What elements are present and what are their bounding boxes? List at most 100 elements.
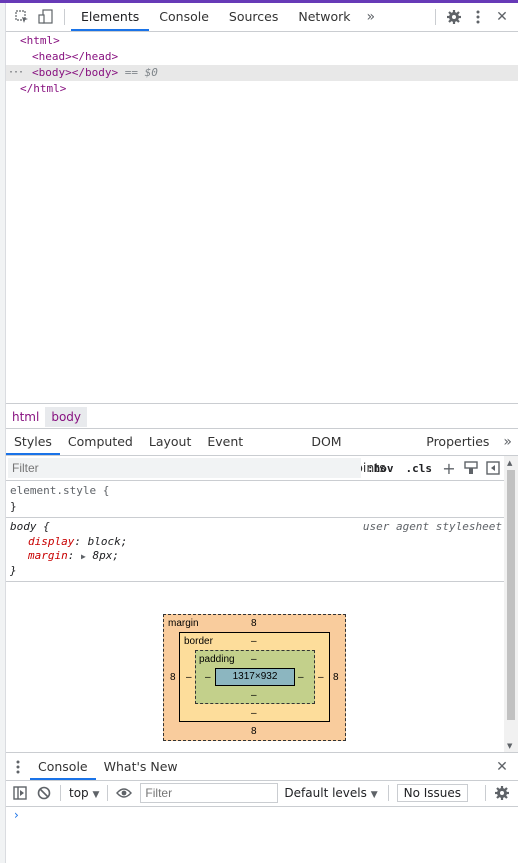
rule-divider (6, 581, 504, 582)
tab-styles[interactable]: Styles (6, 429, 60, 455)
border-left-value[interactable]: – (186, 672, 192, 683)
box-model-content[interactable]: 1317×932 (215, 668, 295, 686)
breadcrumb: html body (6, 403, 518, 429)
tab-network[interactable]: Network (288, 3, 360, 31)
property-name: margin (28, 549, 68, 562)
property-value: 8px; (92, 549, 119, 562)
margin-bottom-value[interactable]: 8 (251, 726, 257, 737)
styles-filter-input[interactable] (8, 458, 361, 478)
close-icon[interactable]: ✕ (490, 5, 514, 29)
more-tabs-button[interactable]: » (361, 9, 382, 25)
tab-elements[interactable]: Elements (71, 3, 150, 31)
tab-console[interactable]: Console (149, 3, 219, 31)
drawer-tab-whats-new[interactable]: What's New (96, 754, 186, 780)
more-style-tabs-button[interactable]: » (497, 434, 518, 450)
expand-triangle-icon[interactable]: ▶ (81, 552, 86, 561)
style-property[interactable]: display: block; (10, 535, 504, 549)
computed-sidebar-icon[interactable] (482, 458, 504, 478)
breadcrumb-body[interactable]: body (45, 406, 88, 427)
log-levels-value: Default levels (284, 786, 367, 800)
toolbar-divider (64, 9, 65, 25)
margin-label: margin (168, 618, 199, 629)
gear-icon[interactable] (442, 5, 466, 29)
rule-close-brace: } (10, 564, 17, 577)
selected-node-marker: == $0 (124, 66, 158, 79)
context-select[interactable]: top ▼ (65, 786, 103, 800)
scroll-thumb[interactable] (507, 470, 515, 720)
eye-icon[interactable] (112, 781, 136, 805)
prompt-chevron-icon: › (14, 808, 19, 822)
tab-sources[interactable]: Sources (219, 3, 288, 31)
element-style-rule[interactable]: element.style { } (6, 483, 504, 515)
device-toolbar-icon[interactable] (34, 5, 58, 29)
styles-scrollbar[interactable]: ▲ ▼ (504, 456, 518, 752)
border-top-value[interactable]: – (251, 636, 257, 647)
issues-button[interactable]: No Issues (396, 784, 469, 802)
scroll-up-icon[interactable]: ▲ (507, 459, 512, 467)
console-filter-input[interactable] (140, 783, 279, 803)
padding-label: padding (199, 654, 235, 665)
toolbar-divider (107, 785, 109, 801)
padding-right-value[interactable]: – (298, 672, 304, 683)
drawer-menu-icon[interactable] (6, 755, 30, 779)
hov-button[interactable]: :hov (361, 462, 400, 475)
body-style-rule[interactable]: body { user agent stylesheet display: blo… (6, 519, 504, 579)
style-property[interactable]: margin: ▶ 8px; (10, 549, 504, 563)
log-levels-dropdown[interactable]: Default levels ▼ (278, 786, 383, 800)
user-agent-stylesheet-label: user agent stylesheet (362, 520, 502, 533)
clear-console-icon[interactable] (32, 781, 56, 805)
tab-properties[interactable]: Properties (418, 429, 497, 455)
tab-dom-breakpoints[interactable]: DOM Breakpoints (303, 429, 418, 475)
drawer-close-icon[interactable]: ✕ (490, 755, 514, 779)
cls-button[interactable]: .cls (400, 462, 439, 475)
tag-text: <html> (20, 34, 60, 47)
border-right-value[interactable]: – (318, 672, 324, 683)
dom-node-html-open[interactable]: <html> (6, 33, 518, 49)
tag-text: </html> (20, 82, 67, 95)
dom-tree: <html> <head></head> ··· <body></body> =… (6, 31, 518, 403)
toolbar-divider (387, 785, 389, 801)
tab-layout[interactable]: Layout (141, 429, 200, 455)
element-style-selector: element.style { (10, 484, 110, 497)
tab-event-listeners[interactable]: Event Listeners (199, 429, 303, 475)
tag-text: <head></head> (32, 50, 119, 63)
toggle-element-state-icon[interactable] (460, 458, 482, 478)
chevron-down-icon: ▼ (370, 790, 378, 800)
chevron-down-icon: ▼ (92, 790, 100, 800)
border-label: border (184, 636, 213, 647)
drawer-tab-console[interactable]: Console (30, 754, 96, 780)
dom-node-html-close[interactable]: </html> (6, 81, 518, 97)
property-value: block; (87, 535, 128, 548)
margin-left-value[interactable]: 8 (170, 672, 176, 683)
new-style-rule-icon[interactable]: + (438, 458, 460, 478)
drawer-tabbar: Console What's New ✕ (6, 752, 518, 781)
padding-left-value[interactable]: – (205, 672, 211, 683)
body-selector: body { (10, 520, 50, 533)
margin-top-value[interactable]: 8 (251, 618, 257, 629)
property-name: display (28, 535, 75, 548)
inspect-icon[interactable] (10, 5, 34, 29)
dom-node-head[interactable]: <head></head> (6, 49, 518, 65)
console-settings-gear-icon[interactable] (490, 781, 514, 805)
breadcrumb-html[interactable]: html (6, 407, 45, 427)
dom-node-body[interactable]: ··· <body></body> == $0 (6, 65, 518, 81)
console-prompt[interactable]: › (6, 808, 518, 828)
padding-top-value[interactable]: – (251, 654, 257, 665)
kebab-menu-icon[interactable] (466, 5, 490, 29)
scroll-down-icon[interactable]: ▼ (507, 742, 512, 750)
toolbar-divider (485, 785, 486, 801)
toolbar-divider (60, 785, 61, 801)
console-toolbar: top ▼ Default levels ▼ No Issues (6, 780, 518, 807)
styles-filter-row: :hov .cls + (6, 456, 504, 481)
more-actions-dots[interactable]: ··· (8, 65, 24, 81)
context-select-value: top (69, 786, 89, 800)
margin-right-value[interactable]: 8 (333, 672, 339, 683)
border-bottom-value[interactable]: – (251, 708, 257, 719)
main-toolbar: Elements Console Sources Network » ✕ (6, 3, 518, 32)
rule-close-brace: } (10, 500, 17, 513)
padding-bottom-value[interactable]: – (251, 690, 257, 701)
tab-computed[interactable]: Computed (60, 429, 141, 455)
tag-text: <body></body> (32, 66, 119, 79)
plus-glyph: + (442, 458, 456, 478)
sidebar-toggle-icon[interactable] (8, 781, 32, 805)
